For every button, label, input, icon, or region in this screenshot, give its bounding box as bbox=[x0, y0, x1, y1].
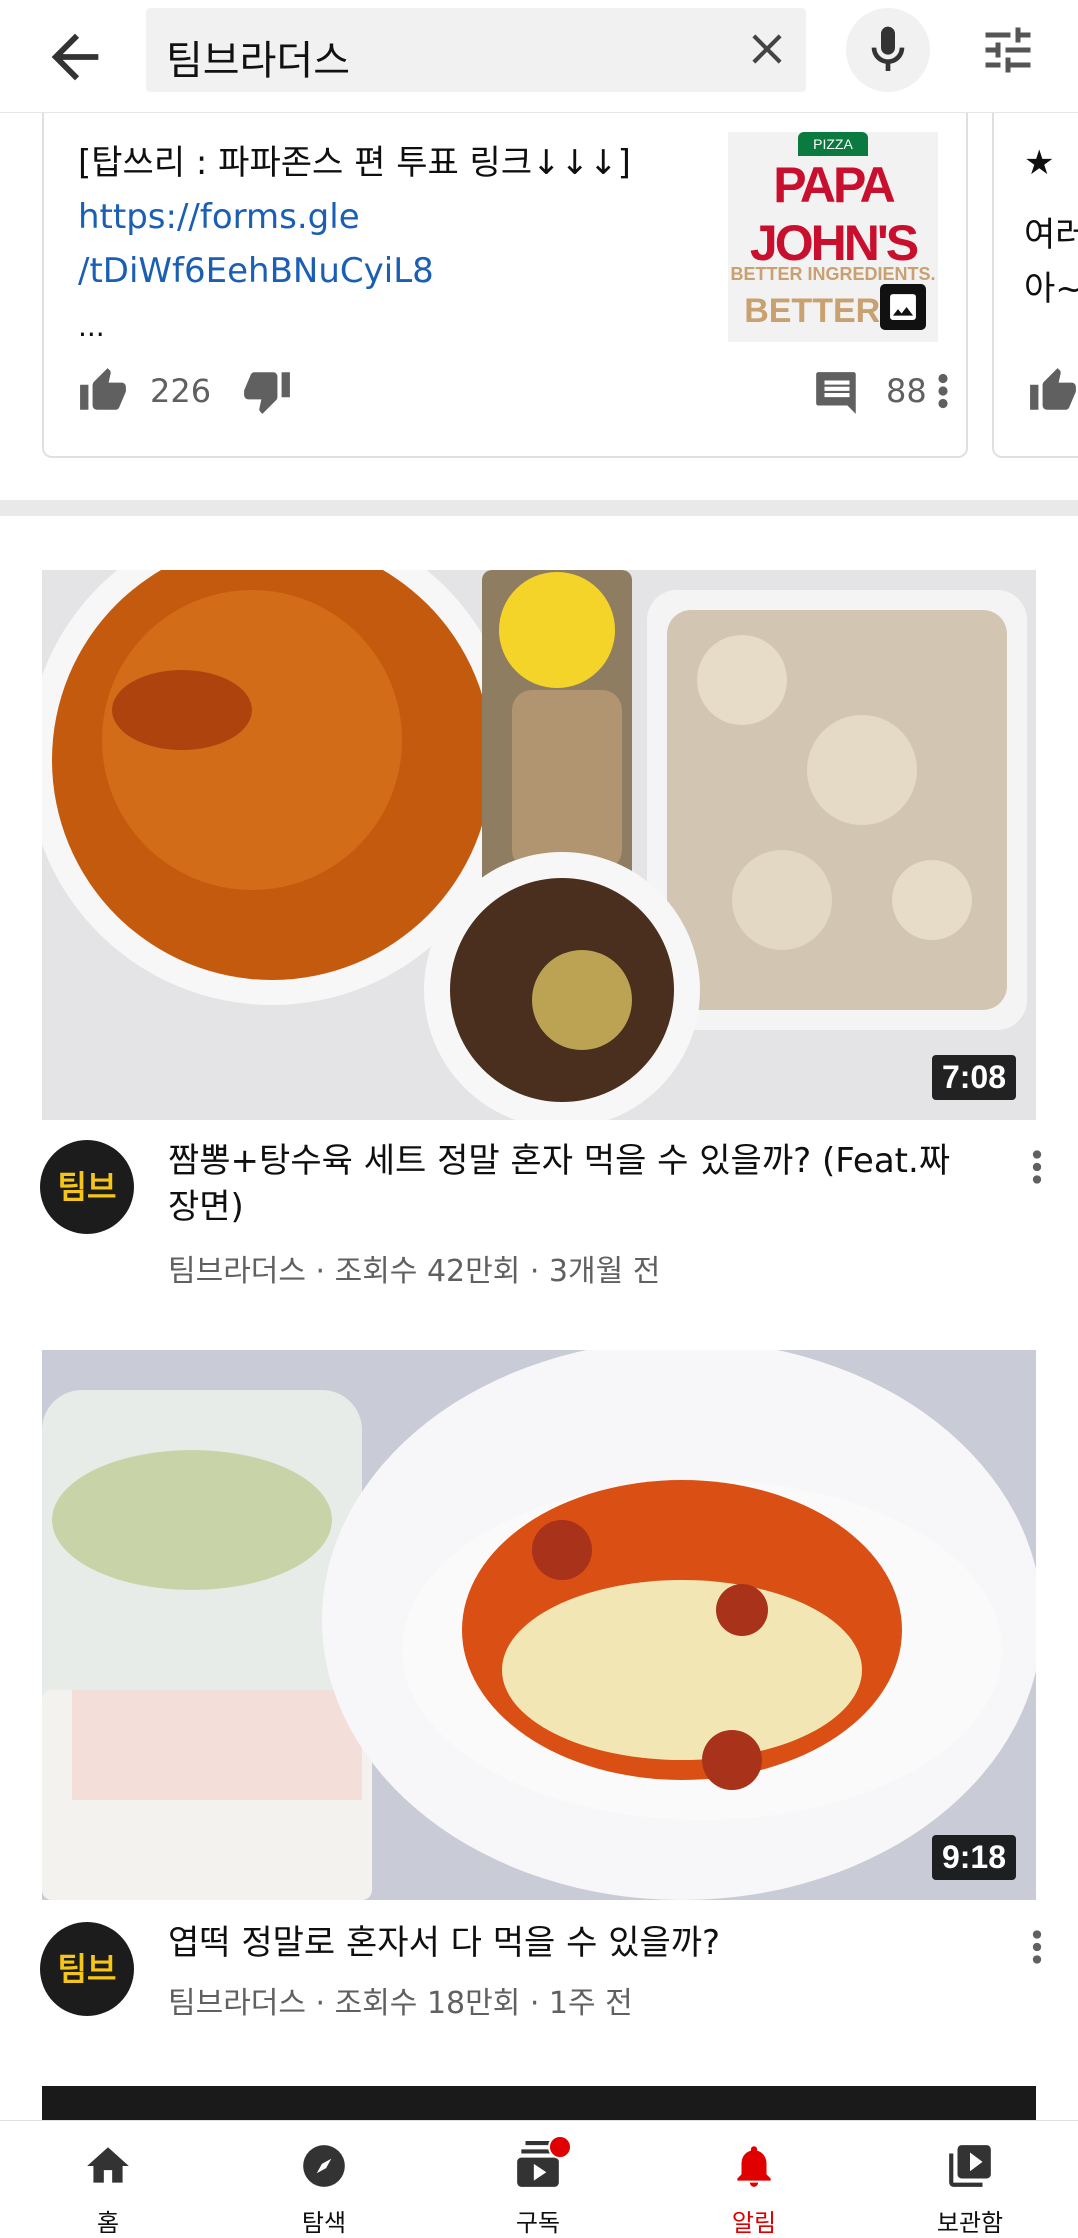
video-meta: 팀브라더스 · 조회수 18만회 · 1주 전 bbox=[168, 1986, 633, 2021]
section-divider bbox=[0, 500, 1078, 516]
search-query-text: 팀브라더스 bbox=[166, 38, 350, 84]
video-meta: 팀브라더스 · 조회수 42만회 · 3개월 전 bbox=[168, 1254, 661, 1289]
back-arrow-icon[interactable] bbox=[40, 22, 110, 92]
comment-count: 88 bbox=[886, 372, 927, 410]
clear-search-icon[interactable] bbox=[742, 24, 792, 74]
nav-library[interactable]: 보관함 bbox=[900, 2129, 1040, 2237]
video-more-options-icon[interactable] bbox=[1022, 1922, 1052, 1972]
papa-johns-logo: PAPA JOHN'S bbox=[749, 157, 919, 271]
nav-label-subscriptions: 구독 bbox=[515, 2209, 561, 2237]
post-ellipsis: ... bbox=[78, 310, 105, 343]
nav-label-notifications: 알림 bbox=[731, 2209, 777, 2237]
comment-icon[interactable] bbox=[812, 368, 862, 418]
image-icon bbox=[880, 284, 926, 330]
top-app-bar: 팀브라더스 bbox=[0, 0, 1078, 113]
explore-icon bbox=[299, 2141, 349, 2191]
post-more-options-icon[interactable] bbox=[928, 366, 958, 416]
papa-tagline-1: BETTER INGREDIENTS. bbox=[730, 264, 936, 284]
community-post-card[interactable]: [탑쓰리 : 파파존스 편 투표 링크↓↓↓] https://forms.gl… bbox=[42, 112, 968, 458]
library-icon bbox=[945, 2141, 995, 2191]
nav-label-library: 보관함 bbox=[936, 2209, 1004, 2237]
post2-line1: ★ bbox=[1024, 143, 1055, 183]
post2-line2: 여러 bbox=[1024, 215, 1078, 255]
like-icon[interactable] bbox=[78, 366, 128, 416]
dislike-icon[interactable] bbox=[242, 366, 292, 416]
channel-avatar[interactable]: 팀브 bbox=[40, 1922, 134, 2016]
post-actions: 226 88 bbox=[78, 362, 948, 422]
like-icon[interactable] bbox=[1028, 366, 1078, 420]
thumbnail-food-illustration bbox=[42, 570, 1036, 1120]
nav-label-explore: 탐색 bbox=[301, 2209, 347, 2237]
video-title[interactable]: 짬뽕+탕수육 세트 정말 혼자 먹을 수 있을까? (Feat.짜장면) bbox=[168, 1138, 968, 1230]
post-text: [탑쓰리 : 파파존스 편 투표 링크↓↓↓] bbox=[78, 143, 631, 183]
bottom-navigation: 홈 탐색 구독 알림 보관함 bbox=[0, 2120, 1078, 2237]
community-posts-carousel[interactable]: [탑쓰리 : 파파존스 편 투표 링크↓↓↓] https://forms.gl… bbox=[0, 112, 1078, 492]
nav-home[interactable]: 홈 bbox=[38, 2129, 178, 2237]
video-duration: 7:08 bbox=[931, 1055, 1016, 1100]
voice-search-mic-icon[interactable] bbox=[846, 8, 930, 92]
video-thumbnail[interactable]: 7:08 bbox=[42, 570, 1036, 1120]
post-link-line2[interactable]: /tDiWf6EehBNuCyiL8 bbox=[78, 244, 698, 298]
post2-text: ★ 여러 아~ bbox=[1024, 136, 1078, 316]
channel-avatar[interactable]: 팀브 bbox=[40, 1140, 134, 1234]
post2-line3: 아~ bbox=[1024, 269, 1078, 309]
search-input[interactable]: 팀브라더스 bbox=[146, 8, 806, 92]
nav-subscriptions[interactable]: 구독 bbox=[468, 2129, 608, 2237]
search-filter-icon[interactable] bbox=[978, 20, 1038, 80]
nav-notifications[interactable]: 알림 bbox=[684, 2129, 824, 2237]
nav-explore[interactable]: 탐색 bbox=[254, 2129, 394, 2237]
post-link-line1[interactable]: https://forms.gle bbox=[78, 190, 698, 244]
post-body: [탑쓰리 : 파파존스 편 투표 링크↓↓↓] https://forms.gl… bbox=[78, 136, 698, 354]
video-more-options-icon[interactable] bbox=[1022, 1142, 1052, 1192]
video-duration: 9:18 bbox=[931, 1835, 1016, 1880]
nav-label-home: 홈 bbox=[96, 2209, 120, 2237]
video-title[interactable]: 엽떡 정말로 혼자서 다 먹을 수 있을까? bbox=[168, 1920, 968, 1966]
bell-icon bbox=[729, 2141, 779, 2191]
home-icon bbox=[83, 2141, 133, 2191]
thumbnail-food-illustration bbox=[42, 1350, 1036, 1900]
papa-pizza-tag: PIZZA bbox=[798, 132, 868, 156]
like-count: 226 bbox=[150, 372, 212, 410]
post-image-thumbnail[interactable]: PIZZA PAPA JOHN'S BETTER INGREDIENTS. BE… bbox=[728, 132, 938, 342]
notification-dot bbox=[548, 2135, 572, 2159]
video-thumbnail[interactable]: 9:18 bbox=[42, 1350, 1036, 1900]
community-post-card-next[interactable]: ★ 여러 아~ bbox=[992, 112, 1078, 458]
